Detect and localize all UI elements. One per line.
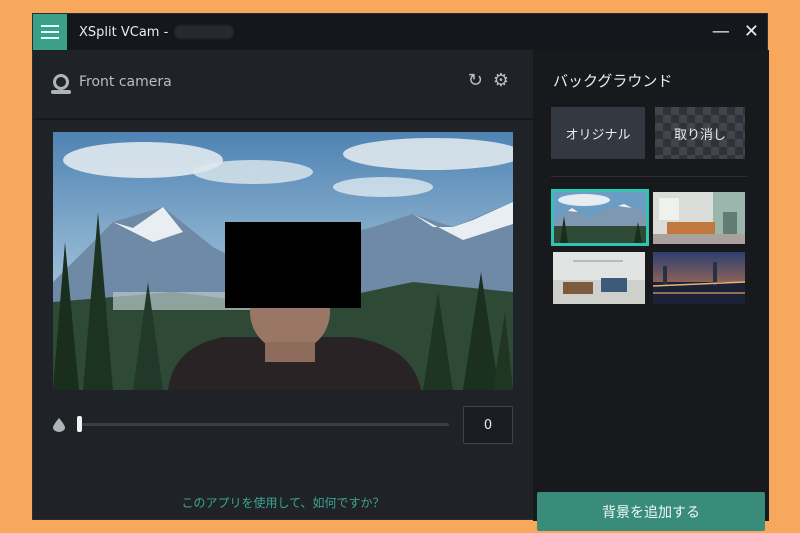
remove-background-button[interactable]: 取り消し: [655, 107, 745, 159]
app-window: XSplit VCam - — ✕ Front camera ↻ ⚙ 0 このア…: [32, 13, 769, 531]
thumbnail-city-bridge[interactable]: [653, 252, 745, 304]
blur-slider-handle[interactable]: [77, 416, 82, 432]
feedback-link[interactable]: このアプリを使用して、如何ですか？: [33, 494, 533, 511]
camera-panel: Front camera ↻ ⚙ 0 このアプリを使用して、如何ですか？: [33, 50, 533, 521]
add-background-button[interactable]: 背景を追加する: [537, 492, 765, 531]
close-button[interactable]: ✕: [744, 23, 759, 41]
background-thumbnails: [551, 189, 749, 309]
blur-slider-track[interactable]: [77, 423, 449, 426]
original-button[interactable]: オリジナル: [551, 107, 645, 159]
blur-value-field[interactable]: 0: [463, 406, 513, 444]
blur-drop-icon: [53, 418, 65, 432]
title-bar: XSplit VCam - — ✕: [33, 14, 767, 50]
background-panel: バックグラウンド オリジナル 取り消し 背景を追加する: [533, 50, 769, 531]
camera-selector[interactable]: Front camera: [51, 72, 172, 94]
window-title: XSplit VCam -: [79, 24, 169, 40]
minimize-button[interactable]: —: [712, 23, 730, 41]
blur-slider-row: 0: [53, 406, 513, 444]
redacted-title-suffix: [174, 25, 235, 39]
refresh-icon[interactable]: ↻: [468, 70, 483, 91]
camera-preview: [53, 132, 513, 390]
preview-image: [53, 132, 513, 390]
thumbnail-mountains[interactable]: [551, 189, 649, 246]
divider: [551, 176, 747, 177]
background-title: バックグラウンド: [553, 72, 673, 90]
hamburger-icon: [41, 25, 59, 39]
webcam-icon: [51, 74, 71, 94]
divider: [33, 118, 533, 120]
thumbnail-desk-room[interactable]: [553, 252, 645, 304]
thumbnail-living-room[interactable]: [653, 192, 745, 244]
hamburger-menu-button[interactable]: [33, 14, 67, 50]
gear-icon[interactable]: ⚙: [493, 70, 509, 91]
camera-name: Front camera: [79, 74, 172, 90]
